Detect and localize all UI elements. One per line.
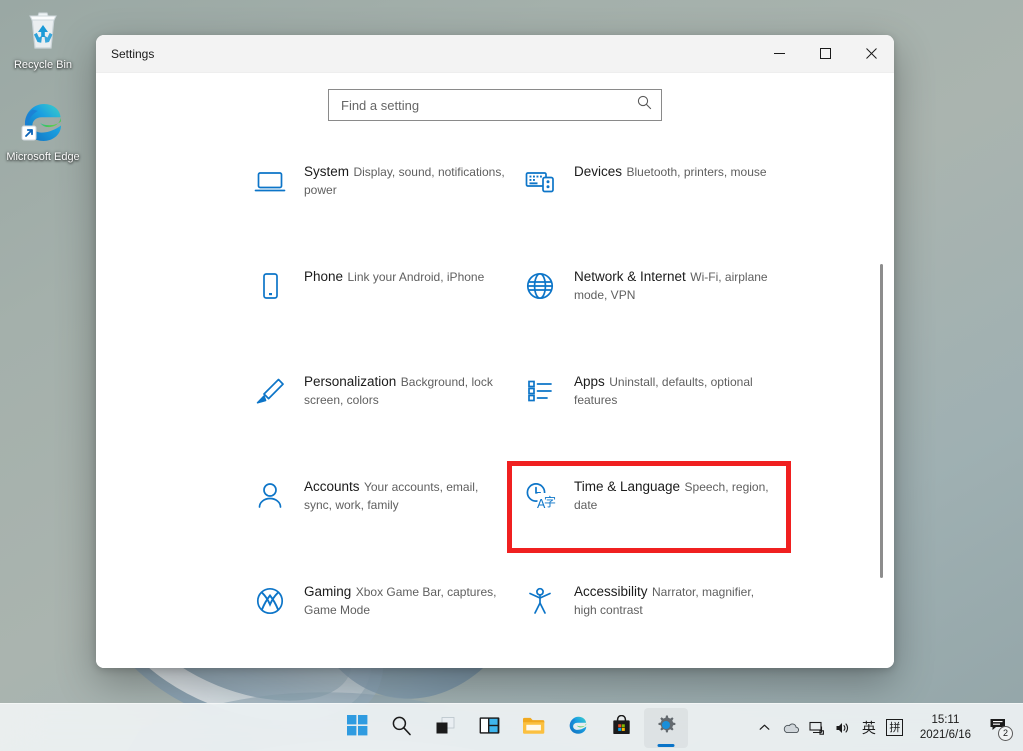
taskbar: 英 拼 15:11 2021/6/16 2 xyxy=(0,703,1023,751)
network-icon[interactable] xyxy=(804,708,830,748)
tile-title: Devices xyxy=(574,164,622,179)
monitor-icon xyxy=(250,161,290,201)
maximize-button[interactable] xyxy=(802,35,848,73)
tile-title: Time & Language xyxy=(574,479,680,494)
settings-tile-apps[interactable]: Apps Uninstall, defaults, optional featu… xyxy=(514,363,784,441)
search-icon xyxy=(391,715,412,741)
settings-tile-personalization[interactable]: Personalization Background, lock screen,… xyxy=(244,363,514,441)
settings-tile-time-language[interactable]: A 字 Time & Language Speech, region, date xyxy=(514,468,784,546)
tile-title: System xyxy=(304,164,349,179)
folder-icon xyxy=(522,715,545,741)
onedrive-icon[interactable] xyxy=(778,708,804,748)
taskbar-settings-button[interactable] xyxy=(644,708,688,748)
clock-date: 2021/6/16 xyxy=(920,728,971,743)
settings-tile-devices[interactable]: Devices Bluetooth, printers, mouse xyxy=(514,153,784,231)
settings-tile-gaming[interactable]: Gaming Xbox Game Bar, captures, Game Mod… xyxy=(244,573,514,651)
settings-tile-network-internet[interactable]: Network & Internet Wi-Fi, airplane mode,… xyxy=(514,258,784,336)
settings-tile-system[interactable]: System Display, sound, notifications, po… xyxy=(244,153,514,231)
settings-window: Settings xyxy=(96,35,894,668)
settings-tile-accounts[interactable]: Accounts Your accounts, email, sync, wor… xyxy=(244,468,514,546)
tile-title: Phone xyxy=(304,269,343,284)
tile-subtitle: Link your Android, iPhone xyxy=(348,270,485,284)
devices-icon xyxy=(520,161,560,201)
tile-subtitle: Bluetooth, printers, mouse xyxy=(626,165,766,179)
microsoft-edge-icon xyxy=(19,98,67,146)
tile-title: Accessibility xyxy=(574,584,648,599)
search-box[interactable] xyxy=(328,89,662,121)
tile-title: Gaming xyxy=(304,584,351,599)
windows-start-icon xyxy=(347,715,368,741)
tile-title: Personalization xyxy=(304,374,396,389)
taskbar-search-button[interactable] xyxy=(380,708,424,748)
tile-title: Accounts xyxy=(304,479,360,494)
desktop-icon-label: Microsoft Edge xyxy=(6,151,79,163)
ime-mode-label: 拼 xyxy=(886,719,903,736)
store-icon xyxy=(611,715,632,741)
svg-text:字: 字 xyxy=(544,494,556,509)
volume-icon[interactable] xyxy=(830,708,856,748)
paintbrush-icon xyxy=(250,371,290,411)
search-icon[interactable] xyxy=(637,95,652,115)
task-view-icon xyxy=(435,715,456,741)
taskbar-file-explorer-button[interactable] xyxy=(512,708,556,748)
apps-list-icon xyxy=(520,371,560,411)
tile-title: Apps xyxy=(574,374,605,389)
desktop: Recycle Bin xyxy=(0,0,1023,751)
taskbar-task-view-button[interactable] xyxy=(424,708,468,748)
accessibility-icon xyxy=(520,581,560,621)
tile-title: Network & Internet xyxy=(574,269,686,284)
globe-icon xyxy=(520,266,560,306)
desktop-icon-recycle-bin[interactable]: Recycle Bin xyxy=(3,6,83,72)
close-button[interactable] xyxy=(848,35,894,73)
person-icon xyxy=(250,476,290,516)
widgets-icon xyxy=(479,715,500,741)
desktop-icon-label: Recycle Bin xyxy=(14,59,72,71)
window-title: Settings xyxy=(111,47,756,61)
settings-tile-accessibility[interactable]: Accessibility Narrator, magnifier, high … xyxy=(514,573,784,651)
search-input[interactable] xyxy=(341,98,637,113)
microsoft-edge-icon xyxy=(567,714,589,741)
system-tray: 英 拼 15:11 2021/6/16 2 xyxy=(752,704,1015,751)
scrollbar-thumb[interactable] xyxy=(880,264,883,578)
ime-mode-indicator[interactable]: 拼 xyxy=(882,708,908,748)
ime-language-label: 英 xyxy=(862,718,876,738)
notification-center-button[interactable]: 2 xyxy=(981,708,1015,748)
settings-tiles-grid: System Display, sound, notifications, po… xyxy=(96,153,894,651)
window-titlebar[interactable]: Settings xyxy=(96,35,894,73)
taskbar-clock[interactable]: 15:11 2021/6/16 xyxy=(908,713,981,743)
settings-content: System Display, sound, notifications, po… xyxy=(96,73,894,668)
taskbar-microsoft-edge-button[interactable] xyxy=(556,708,600,748)
clock-language-icon: A 字 xyxy=(520,476,560,516)
settings-tile-phone[interactable]: Phone Link your Android, iPhone xyxy=(244,258,514,336)
minimize-button[interactable] xyxy=(756,35,802,73)
gear-icon xyxy=(655,714,677,741)
search-row xyxy=(96,73,894,121)
clock-time: 15:11 xyxy=(920,713,971,728)
tray-chevron-up-icon[interactable] xyxy=(752,708,778,748)
phone-icon xyxy=(250,266,290,306)
ime-language-indicator[interactable]: 英 xyxy=(856,708,882,748)
desktop-icon-microsoft-edge[interactable]: Microsoft Edge xyxy=(3,98,83,164)
taskbar-start-button[interactable] xyxy=(336,708,380,748)
recycle-bin-icon xyxy=(19,6,67,54)
taskbar-microsoft-store-button[interactable] xyxy=(600,708,644,748)
taskbar-pinned-items xyxy=(336,708,688,748)
notification-badge: 2 xyxy=(998,726,1013,741)
content-scrollbar[interactable] xyxy=(875,73,887,668)
xbox-icon xyxy=(250,581,290,621)
taskbar-widgets-button[interactable] xyxy=(468,708,512,748)
